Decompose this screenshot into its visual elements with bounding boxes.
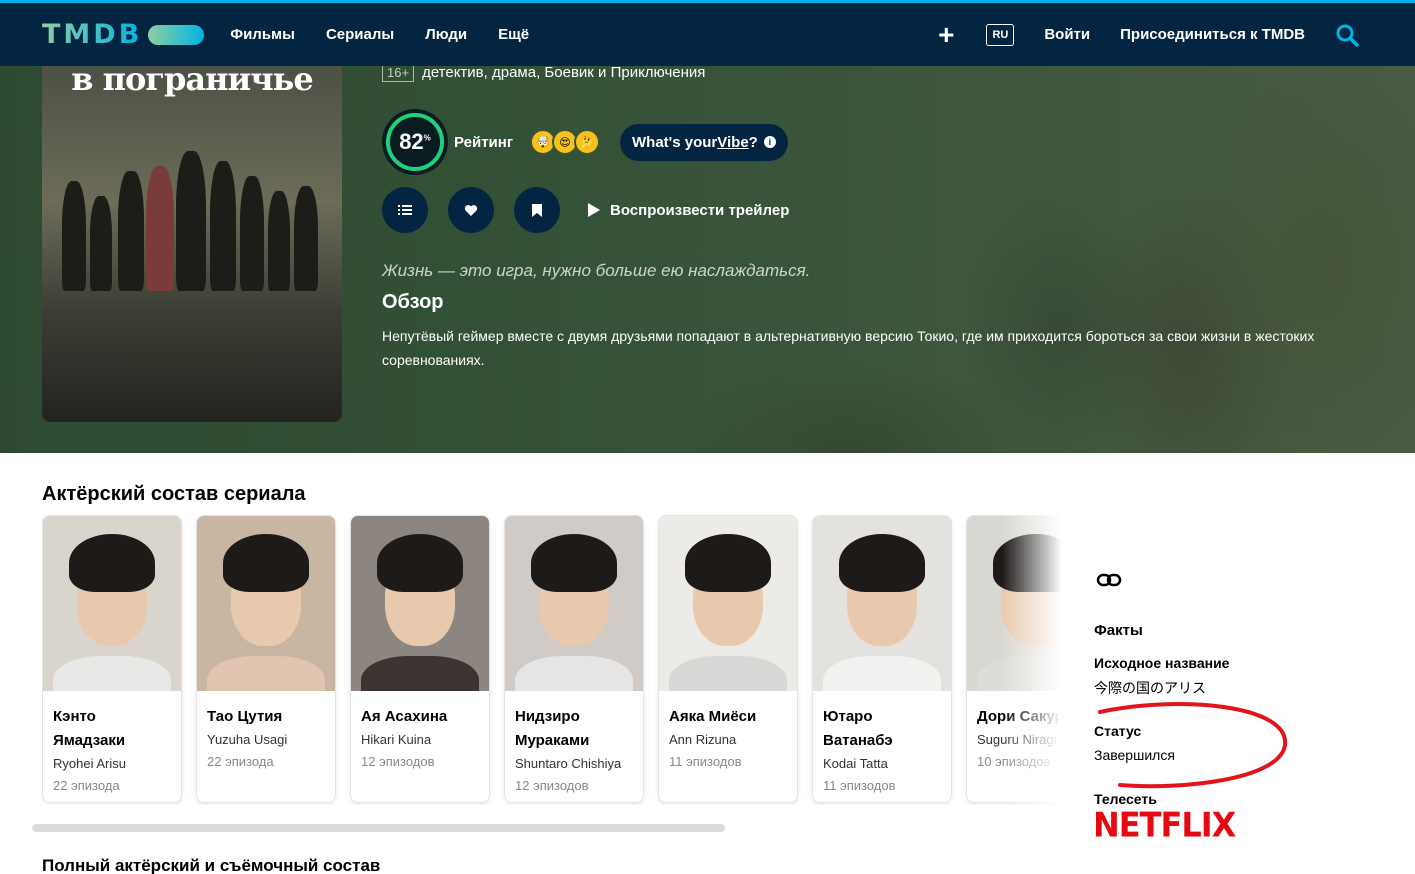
tagline: Жизнь — это игра, нужно больше ею наслаж… — [382, 261, 811, 280]
cast-name[interactable]: Аяка Миёси — [669, 705, 787, 729]
cast-role: Yuzuha Usagi — [207, 732, 288, 747]
cast-role: Ann Rizuna — [669, 732, 737, 747]
original-title-value: 今際の国のアリス — [1094, 680, 1206, 696]
cast-card[interactable]: Ютаро Ватанабэ Kodai Tatta 11 эпизодов — [812, 515, 952, 803]
cast-photo[interactable] — [505, 516, 643, 691]
score-value: 82% — [399, 129, 431, 154]
nav-item-more[interactable]: Ещё — [498, 26, 529, 43]
cast-episodes: 12 эпизодов — [515, 778, 589, 793]
cast-body — [207, 656, 325, 691]
cast-name[interactable]: Ая Асахина — [361, 705, 479, 729]
cast-body — [669, 656, 787, 691]
cast-role: Shuntaro Chishiya — [515, 756, 622, 771]
logo-text: TMDB — [42, 19, 143, 50]
cast-episodes: 22 эпизода — [53, 778, 120, 793]
cast-hair — [223, 534, 309, 592]
cast-section-title: Актёрский состав сериала — [42, 483, 306, 505]
hero-section: в пограничье 16+ детектив, драма, Боевик… — [0, 66, 1415, 453]
logo-pill — [148, 24, 205, 45]
cast-name[interactable]: Ютаро Ватанабэ — [823, 705, 941, 753]
cast-body — [361, 656, 479, 691]
vibe-suffix: ? — [748, 133, 758, 151]
vibe-prefix: What's your — [632, 133, 718, 151]
cast-hair — [531, 534, 617, 592]
link-icon[interactable] — [1096, 570, 1122, 590]
certification-badge: 16+ — [382, 66, 415, 82]
cast-scrollbar[interactable] — [32, 824, 725, 832]
rating-label: Рейтинг — [454, 133, 514, 151]
reaction-emojis[interactable]: 🤯 😍 🤔 — [530, 129, 600, 155]
nav-right: + RU Войти Присоединиться к TMDB — [938, 3, 1415, 66]
cast-photo[interactable] — [43, 516, 181, 691]
rating-row: 82% Рейтинг 🤯 😍 🤔 What's your Vibe? i — [382, 109, 788, 175]
cast-hair — [69, 534, 155, 592]
play-icon — [588, 203, 600, 217]
vibe-word: Vibe — [717, 133, 749, 151]
cast-card[interactable]: Аяка Миёси Ann Rizuna 11 эпизодов — [658, 515, 798, 803]
cast-episodes: 12 эпизодов — [361, 754, 435, 769]
list-icon — [398, 205, 412, 215]
genres[interactable]: детектив, драма, Боевик и Приключения — [422, 66, 705, 81]
cast-scroller[interactable]: Кэнто Ямадзаки Ryohei Arisu 22 эпизода Тао … — [42, 515, 1062, 805]
cast-episodes: 11 эпизодов — [823, 778, 896, 793]
overview-heading: Обзор — [382, 291, 444, 313]
cast-name[interactable]: Нидзиро Мураками — [515, 705, 633, 753]
cast-body — [515, 656, 633, 691]
cast-card[interactable]: Нидзиро Мураками Shuntaro Chishiya 12 эпиз… — [504, 515, 644, 803]
cast-body — [823, 656, 941, 691]
join-link[interactable]: Присоединиться к TMDB — [1120, 26, 1305, 43]
cast-photo[interactable] — [197, 516, 335, 691]
nav-item-tv[interactable]: Сериалы — [326, 26, 394, 43]
info-icon: i — [763, 136, 776, 148]
page: TMDB Фильмы Сериалы Люди Ещё + RU Войти … — [0, 0, 1415, 874]
plus-icon[interactable]: + — [938, 20, 954, 49]
tmdb-logo[interactable]: TMDB — [42, 19, 205, 50]
full-cast-link[interactable]: Полный актёрский и съёмочный состав — [42, 856, 380, 874]
poster-title: в пограничье — [71, 66, 314, 98]
cast-name[interactable]: Тао Цутия — [207, 705, 325, 729]
meta-row: 16+ детектив, драма, Боевик и Приключени… — [382, 66, 705, 82]
cast-body — [53, 656, 171, 691]
original-title-label: Исходное название — [1094, 655, 1230, 671]
user-score-chart: 82% — [382, 109, 448, 175]
cast-hair — [839, 534, 925, 592]
language-button[interactable]: RU — [986, 23, 1015, 46]
trailer-label: Воспроизвести трейлер — [610, 201, 790, 219]
nav-item-movies[interactable]: Фильмы — [230, 26, 295, 43]
action-buttons: Воспроизвести трейлер — [382, 187, 789, 233]
cast-hair — [377, 534, 463, 592]
thinking-emoji-icon: 🤔 — [574, 129, 600, 155]
top-nav: TMDB Фильмы Сериалы Люди Ещё + RU Войти … — [0, 0, 1415, 66]
cast-photo[interactable] — [351, 516, 489, 691]
red-annotation-circle — [1098, 702, 1288, 789]
bookmark-icon — [532, 203, 542, 217]
cast-episodes: 22 эпизода — [207, 754, 274, 769]
vibe-button[interactable]: What's your Vibe? i — [620, 123, 788, 161]
cast-fade — [1002, 515, 1062, 805]
cast-card[interactable]: Тао Цутия Yuzuha Usagi 22 эпизода — [196, 515, 336, 803]
nav-item-people[interactable]: Люди — [425, 26, 467, 43]
poster-figures — [42, 151, 342, 291]
search-icon[interactable] — [1335, 23, 1359, 47]
heart-icon — [464, 204, 478, 216]
add-to-list-button[interactable] — [382, 187, 428, 233]
cast-card[interactable]: Ая Асахина Hikari Kuina 12 эпизодов — [350, 515, 490, 803]
cast-name[interactable]: Кэнто Ямадзаки — [53, 705, 171, 753]
favorite-button[interactable] — [448, 187, 494, 233]
cast-role: Ryohei Arisu — [53, 756, 126, 771]
cast-hair — [685, 534, 771, 592]
login-link[interactable]: Войти — [1044, 26, 1090, 43]
netflix-logo[interactable]: NETFLIX — [1093, 805, 1236, 845]
cast-role: Hikari Kuina — [361, 732, 432, 747]
poster[interactable]: в пограничье — [42, 66, 342, 422]
watchlist-button[interactable] — [514, 187, 560, 233]
cast-photo[interactable] — [813, 516, 951, 691]
cast-role: Kodai Tatta — [823, 756, 888, 771]
play-trailer-button[interactable]: Воспроизвести трейлер — [588, 202, 789, 219]
cast-episodes: 11 эпизодов — [669, 754, 742, 769]
facts-heading: Факты — [1094, 622, 1143, 639]
cast-photo[interactable] — [659, 516, 797, 691]
cast-card[interactable]: Кэнто Ямадзаки Ryohei Arisu 22 эпизода — [42, 515, 182, 803]
overview-text: Непутёвый геймер вместе с двумя друзьями… — [382, 328, 1315, 368]
